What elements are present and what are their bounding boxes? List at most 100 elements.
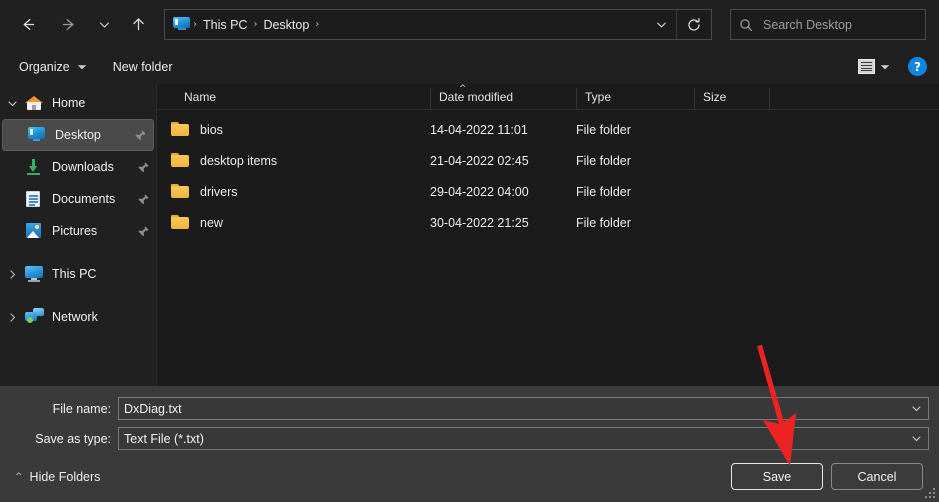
save-as-type-label: Save as type: [35,431,111,446]
file-name-cell: bios [157,122,430,137]
file-name-label: bios [200,122,223,137]
new-folder-button[interactable]: New folder [106,56,180,78]
search-box[interactable] [730,9,926,40]
downloads-icon [24,158,44,176]
desktop-icon [173,16,190,33]
breadcrumb-item-this-pc[interactable]: This PC [198,18,252,32]
sidebar-item-label: Desktop [55,128,101,142]
chevron-down-icon[interactable] [904,432,928,445]
chevron-down-icon [77,64,86,69]
file-date-cell: 14-04-2022 11:01 [430,122,528,137]
column-header-label: Type [585,90,612,104]
folder-icon [171,184,189,199]
navigation-bar: › This PC › Desktop › [0,0,939,49]
column-header-name[interactable]: Name [157,88,430,109]
help-icon[interactable]: ? [908,57,927,76]
table-row[interactable]: desktop items 21-04-2022 02:45 File fold… [157,145,939,176]
sidebar-item-desktop[interactable]: Desktop [2,119,154,151]
hide-folders-button[interactable]: ^ Hide Folders [10,467,105,487]
organize-button[interactable]: Organize [12,56,94,78]
search-input[interactable] [759,17,925,32]
file-name-row: File name: DxDiag.txt [0,397,939,420]
table-row[interactable]: bios 14-04-2022 11:01 File folder [157,114,939,145]
network-icon [24,308,44,326]
up-one-level-button[interactable] [123,10,153,40]
pictures-icon [24,222,44,240]
home-icon [24,94,44,112]
file-name-cell: drivers [157,184,430,199]
chevron-down-icon[interactable] [0,98,24,109]
caret-up-icon: ^ [459,84,467,94]
sidebar-item-pictures[interactable]: Pictures [0,215,156,247]
column-header-label: Size [703,90,727,104]
chevron-right-icon[interactable] [0,312,24,323]
column-header-size[interactable]: Size [694,88,769,109]
column-header-date-modified[interactable]: Date modified [430,88,576,109]
refresh-button[interactable] [676,10,711,39]
folder-icon [171,215,189,230]
cancel-button[interactable]: Cancel [831,463,923,490]
arrow-right-icon [62,18,73,31]
sidebar-item-this-pc[interactable]: This PC [0,258,156,290]
breadcrumb-item-desktop[interactable]: Desktop [258,18,314,32]
save-button-label: Save [762,469,792,484]
file-type-cell: File folder [576,153,631,168]
file-rows: bios 14-04-2022 11:01 File folder deskto… [157,110,939,386]
save-button[interactable]: Save [731,463,823,490]
recent-locations-button[interactable] [89,10,119,40]
file-date-cell: 21-04-2022 02:45 [430,153,529,168]
pin-icon[interactable] [136,160,150,174]
search-icon [733,18,759,32]
back-button[interactable] [13,10,43,40]
chevron-right-icon[interactable] [0,269,24,280]
sidebar-item-label: Downloads [52,160,114,174]
column-header-filler [769,88,939,109]
sidebar-item-label: Pictures [52,224,98,238]
address-dropdown-button[interactable] [646,10,676,39]
pin-icon[interactable] [136,192,150,206]
help-label: ? [914,59,921,74]
column-header-type[interactable]: Type [576,88,694,109]
toolbar: Organize New folder ? [0,49,939,84]
save-as-type-value: Text File (*.txt) [124,431,204,446]
folder-icon [171,153,189,168]
sidebar-item-label: Documents [52,192,116,206]
sidebar-item-documents[interactable]: Documents [0,183,156,215]
save-as-dialog: › This PC › Desktop › Search Desktop Org… [0,0,939,502]
file-type-cell: File folder [576,184,631,199]
dialog-button-row: ^ Hide Folders Save Cancel [0,463,939,490]
pin-icon[interactable] [133,128,147,142]
sidebar-item-network[interactable]: Network [0,301,156,333]
forward-button[interactable] [53,10,83,40]
change-view-button[interactable] [853,56,895,77]
address-bar[interactable]: › This PC › Desktop › [164,9,712,40]
dialog-content: Home Desktop Downloads Documents Picture… [0,84,939,386]
table-row[interactable]: new 30-04-2022 21:25 File folder [157,207,939,238]
list-view-icon [858,59,875,74]
resize-grip-icon[interactable] [925,488,936,499]
save-as-type-select[interactable]: Text File (*.txt) [118,427,929,450]
sidebar-item-home[interactable]: Home [0,87,156,119]
table-row[interactable]: drivers 29-04-2022 04:00 File folder [157,176,939,207]
column-header-label: Name [184,90,217,104]
organize-label: Organize [19,59,70,74]
sidebar-item-downloads[interactable]: Downloads [0,151,156,183]
this-pc-icon [24,265,44,283]
file-name-cell: new [157,215,430,230]
breadcrumb: › This PC › Desktop › [192,18,646,32]
chevron-down-icon[interactable] [904,402,928,415]
sidebar-item-label: This PC [52,267,97,281]
arrow-up-icon [132,18,144,31]
pin-icon[interactable] [136,224,150,238]
column-header-label: Date modified [439,90,514,104]
sidebar-item-label: Network [52,310,98,324]
file-name-value: DxDiag.txt [124,401,182,416]
file-name-input[interactable]: DxDiag.txt [118,397,929,420]
arrow-left-icon [23,18,34,31]
file-date-cell: 29-04-2022 04:00 [430,184,529,199]
refresh-icon [688,17,700,31]
file-name-label: new [200,215,223,230]
caret-up-icon: ^ [15,471,23,482]
breadcrumb-separator-trailing: › [315,19,320,30]
